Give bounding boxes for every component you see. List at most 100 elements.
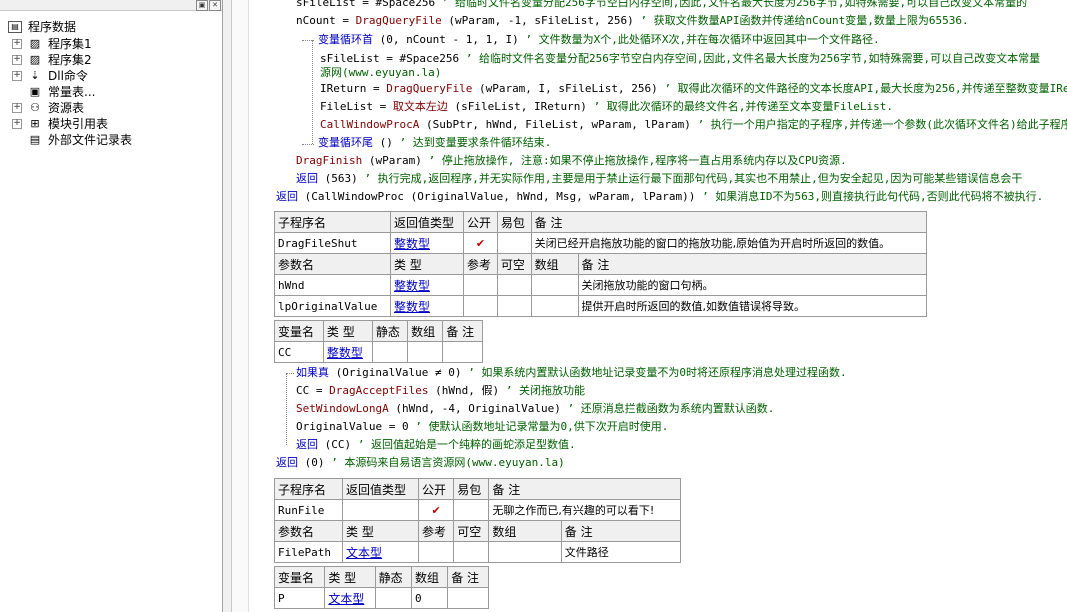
column-header: 类 型 — [342, 520, 420, 542]
code-function: SetWindowLongA — [296, 402, 389, 415]
tree-item-label: 外部文件记录表 — [48, 133, 133, 147]
code-function: DragAcceptFiles — [329, 384, 429, 397]
code-assign: IReturn = — [320, 82, 387, 95]
expand-icon[interactable]: + — [12, 39, 22, 49]
param-name: hWnd — [274, 274, 391, 296]
loop-guide — [302, 144, 314, 145]
code-line[interactable]: 返回 (CC) ’ 返回值起始是一个纯粹的画蛇添足型数值. — [296, 436, 576, 453]
var-header-row: 变量名类 型静态 数组备 注 — [274, 320, 483, 342]
loop-guide — [312, 40, 313, 144]
code-comment: ’ 执行完成,返回程序,并无实际作用,主要是用于禁止运行最下面那句代码,其实也不… — [357, 172, 1023, 185]
tree-node-icon: ⇣ — [30, 69, 40, 82]
code-function: DragQueryFile — [355, 14, 442, 27]
param-remark: 文件路径 — [560, 541, 682, 563]
code-line[interactable]: FileList = 取文本左边 (sFileList, IReturn) ’ … — [320, 98, 893, 115]
if-guide — [286, 373, 294, 374]
code-assign: FileList = — [320, 100, 393, 113]
code-keyword: 返回 — [296, 438, 318, 451]
expand-icon[interactable]: + — [12, 55, 22, 65]
param-nullable — [496, 295, 532, 317]
code-line[interactable]: 如果真 (OriginalValue ≠ 0) ’ 如果系统内置默认函数地址记录… — [296, 364, 847, 381]
code-function: DragFinish — [296, 154, 363, 167]
code-keyword: 返回 — [276, 456, 298, 469]
code-line[interactable]: sFileList = #Space256 ’ 给临时文件名变量分配256字节空… — [296, 0, 1027, 11]
close-icon[interactable]: ✕ — [209, 0, 221, 11]
sub-name: DragFileShut — [274, 232, 391, 254]
code-args: (sFileList, IReturn) — [447, 100, 587, 113]
code-comment: ’ 如果消息ID不为563,则直接执行此句代码,否则此代码将不被执行. — [695, 190, 1044, 203]
column-header: 可空 — [453, 520, 490, 542]
sub-row[interactable]: DragFileShut 整数型 ✔ 关闭已经开启拖放功能的窗口的拖放功能,原始值为开… — [274, 232, 928, 254]
sub-row[interactable]: RunFile ✔ 无聊之作而已,有兴趣的可以看下! — [273, 499, 681, 521]
code-line[interactable]: 变量循环尾 () ’ 达到变量要求条件循环结束. — [318, 134, 551, 151]
tree-item-label: Dll命令 — [48, 69, 88, 83]
column-header: 易包 — [496, 211, 532, 233]
code-line[interactable]: 变量循环首 (0, nCount - 1, 1, I) ’ 文件数量为X个,此处… — [318, 31, 880, 48]
param-nullable — [496, 274, 532, 296]
code-line[interactable]: nCount = DragQueryFile (wParam, -1, sFil… — [296, 12, 969, 29]
var-row[interactable]: CC 整数型 — [274, 341, 483, 363]
code-line[interactable]: DragFinish (wParam) ’ 停止拖放操作, 注意:如果不停止拖放… — [296, 152, 847, 169]
column-header: 返回值类型 — [389, 211, 465, 233]
param-row[interactable]: lpOriginalValue 整数型 提供开启时所返回的数值,如数值错误将导致。 — [274, 295, 928, 317]
code-line[interactable]: 返回 (CallWindowProc (OriginalValue, hWnd,… — [276, 188, 1043, 205]
code-line[interactable]: IReturn = DragQueryFile (wParam, I, sFil… — [320, 80, 1067, 97]
param-remark: 关闭拖放功能的窗口句柄。 — [577, 274, 928, 296]
tree-node-icon: ▨ — [29, 37, 41, 50]
param-row[interactable]: FilePath 文本型 文件路径 — [273, 541, 682, 563]
tree-item-label: 程序集1 — [48, 37, 92, 51]
param-ref — [463, 295, 498, 317]
code-line[interactable]: 返回 (563) ’ 执行完成,返回程序,并无实际作用,主要是用于禁止运行最下面… — [296, 170, 1022, 187]
column-header: 静态 — [371, 320, 409, 342]
expand-icon[interactable]: + — [12, 71, 22, 81]
param-ref — [418, 541, 455, 563]
param-array — [530, 295, 579, 317]
sub-table-runfile[interactable]: 子程序名 返回值类型 公开 易包备 注 RunFile ✔ 无聊之作而已,有兴趣的可以看下!… — [273, 478, 682, 563]
column-header: 静态 — [374, 566, 412, 588]
sub-table-dragfileshut[interactable]: 子程序名 返回值类型 公开 易包备 注 DragFileShut 整数型 ✔ 关闭已经开启拖放… — [274, 211, 928, 317]
program-data-tree[interactable]: ▣ ✕ ▤ 程序数据 + ▨ 程序集1 + ▨ 程序集2 + ⇣ Dll命令 ▣ 常量表... + ⚇ 资… — [0, 0, 223, 612]
code-line[interactable]: CallWindowProcA (SubPtr, hWnd, FileList,… — [320, 116, 1067, 133]
code-line[interactable]: 源网(www.eyuyan.la) — [320, 64, 441, 81]
var-table-2[interactable]: 变量名类 型静态 数组备 注 P 文本型 0 — [273, 566, 489, 609]
param-type: 整数型 — [389, 295, 465, 317]
var-remark — [442, 341, 483, 363]
code-line[interactable]: 返回 (0) ’ 本源码来自易语言资源网(www.eyuyan.la) — [276, 454, 565, 471]
column-header: 公开 — [418, 478, 455, 500]
code-line[interactable]: SetWindowLongA (hWnd, -4, OriginalValue)… — [296, 400, 774, 417]
param-header-row: 参数名类 型参考 可空 数组备 注 — [274, 253, 928, 275]
var-row[interactable]: P 文本型 0 — [273, 587, 489, 609]
column-header: 公开 — [463, 211, 498, 233]
code-line[interactable]: OriginalValue = 0 ’ 使默认函数地址记录常量为0,供下次开启时… — [296, 418, 668, 435]
code-comment: ’ 使默认函数地址记录常量为0,供下次开启时使用. — [408, 420, 669, 433]
program-icon: ▤ — [8, 21, 22, 33]
code-keyword: 如果真 — [296, 366, 329, 379]
param-row[interactable]: hWnd 整数型 关闭拖放功能的窗口句柄。 — [274, 274, 928, 296]
public-check-icon: ✔ — [463, 232, 498, 254]
tree-item-label: 程序集2 — [48, 53, 92, 67]
code-comment: ’ 给临时文件名变量分配256字节空白内存空间,因此,文件名最大长度为256字节… — [459, 52, 1041, 65]
var-table-1[interactable]: 变量名类 型静态 数组备 注 CC 整数型 — [274, 320, 483, 363]
code-assign: OriginalValue = 0 — [296, 420, 409, 433]
restore-icon[interactable]: ▣ — [196, 0, 208, 11]
code-comment: ’ 停止拖放操作, 注意:如果不停止拖放操作,程序将一直占用系统内存以及CPU资… — [421, 154, 847, 167]
column-header: 参考 — [418, 520, 455, 542]
column-header: 返回值类型 — [342, 478, 420, 500]
expand-icon[interactable]: + — [12, 103, 22, 113]
code-keyword: 返回 — [276, 190, 298, 203]
tree-item-label: 常量表... — [48, 85, 96, 99]
code-args: (wParam) — [362, 154, 422, 167]
param-name: FilePath — [273, 541, 344, 563]
panel-splitter[interactable] — [223, 0, 232, 612]
column-header: 可空 — [496, 253, 532, 275]
expand-icon[interactable]: + — [12, 119, 22, 129]
code-function: DragQueryFile — [386, 82, 473, 95]
code-keyword: 返回 — [296, 172, 318, 185]
loop-guide — [302, 40, 314, 41]
code-line[interactable]: CC = DragAcceptFiles (hWnd, 假) ’ 关闭拖放功能 — [296, 382, 585, 399]
var-type: 整数型 — [322, 341, 373, 363]
code-comment: ’ 如果系统内置默认函数地址记录变量不为0时将还原程序消息处理过程函数. — [461, 366, 847, 379]
code-args: (0, nCount - 1, 1, I) — [373, 33, 519, 46]
code-args: (OriginalValue ≠ 0) — [329, 366, 462, 379]
var-type: 文本型 — [324, 587, 376, 609]
